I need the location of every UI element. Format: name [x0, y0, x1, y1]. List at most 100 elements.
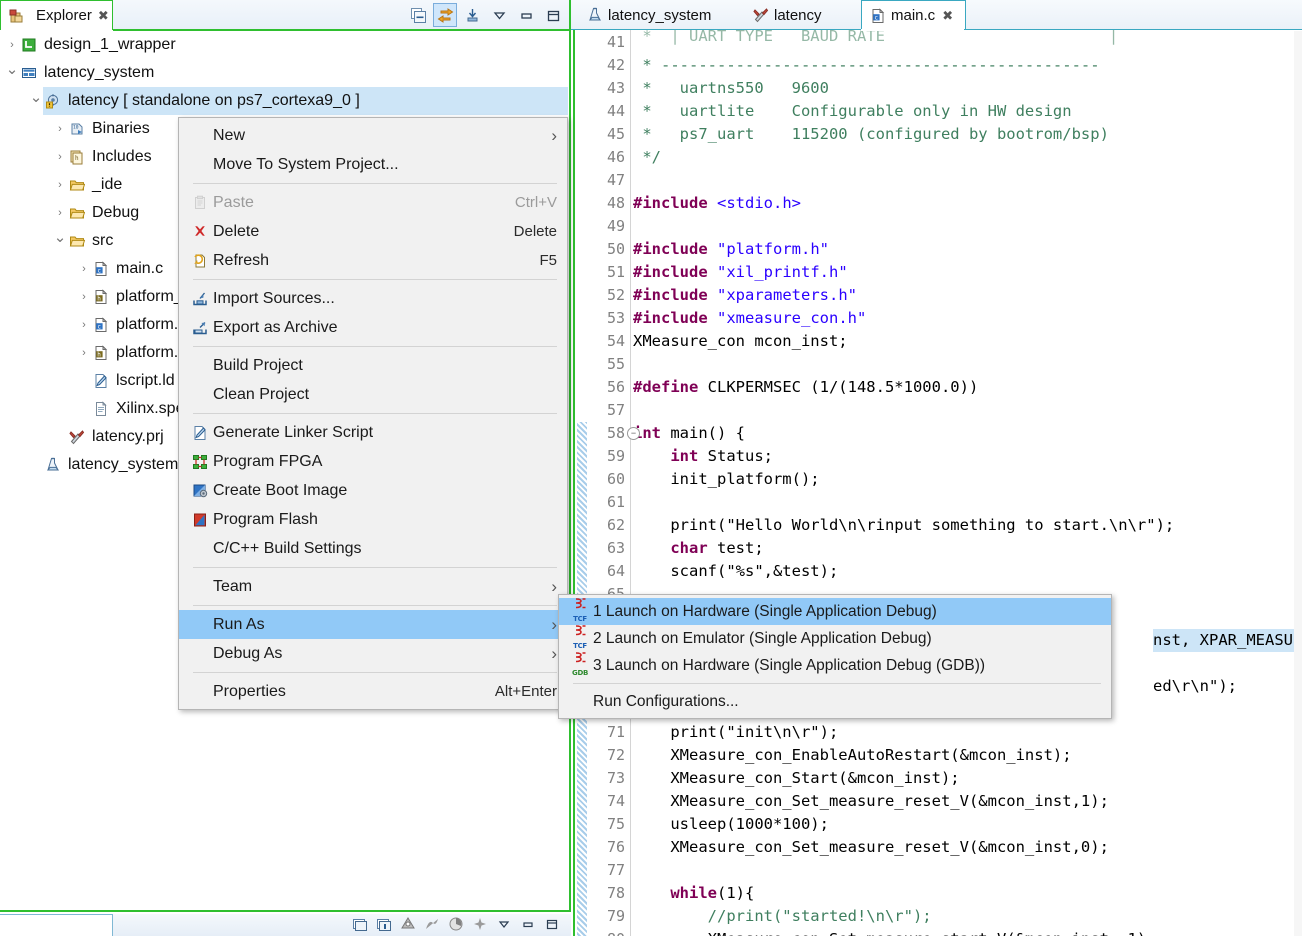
code-line[interactable]: //print("started!\n\r");: [633, 905, 932, 928]
code-line[interactable]: while(1){: [633, 882, 754, 905]
menu-item-program-flash[interactable]: Program Flash: [179, 505, 567, 534]
menu-item-move-to-system-project[interactable]: Move To System Project...: [179, 150, 567, 179]
run-as-item-2[interactable]: TCF 2 Launch on Emulator (Single Applicat…: [559, 625, 1111, 652]
code-line[interactable]: nst, XPAR_MEASURE_: [1153, 629, 1302, 652]
minimize-icon[interactable]: [514, 3, 538, 27]
export-icon: [187, 319, 213, 337]
sdk-log-icon[interactable]: [472, 916, 488, 932]
code-line[interactable]: XMeasure_con_EnableAutoRestart(&mcon_ins…: [633, 744, 1071, 767]
menu-item-build-project[interactable]: Build Project: [179, 351, 567, 380]
view-menu-icon[interactable]: [496, 916, 512, 932]
progress-icon[interactable]: [448, 916, 464, 932]
menu-item-generate-linker-script[interactable]: Generate Linker Script: [179, 418, 567, 447]
tree-item-latency_system[interactable]: ⌄ latency_system: [1, 59, 568, 87]
editor-tab-main-c[interactable]: c main.c ✖: [861, 0, 966, 30]
problems-icon[interactable]: [376, 916, 392, 932]
restore-icon[interactable]: [460, 3, 484, 27]
run-as-item-4[interactable]: Run Configurations...: [559, 688, 1111, 715]
close-icon[interactable]: ✖: [98, 8, 109, 24]
code-line[interactable]: #include "xil_printf.h": [633, 261, 848, 284]
menu-item-team[interactable]: Team ›: [179, 572, 567, 601]
maximize-icon[interactable]: [544, 916, 560, 932]
project-context-menu[interactable]: New › Move To System Project... Paste Ctrl+V…: [178, 117, 568, 710]
code-line[interactable]: */: [633, 146, 661, 169]
menu-item-c-c-build-settings[interactable]: C/C++ Build Settings: [179, 534, 567, 563]
chevron-right-icon[interactable]: ›: [77, 347, 91, 359]
chevron-right-icon[interactable]: ›: [53, 207, 67, 219]
menu-item-import-sources[interactable]: Import Sources...: [179, 284, 567, 313]
chevron-right-icon[interactable]: ›: [53, 179, 67, 191]
menu-item-debug-as[interactable]: Debug As ›: [179, 639, 567, 668]
code-line[interactable]: XMeasure_con_Set_measure_start_V(&mcon_i…: [633, 928, 1156, 936]
code-editor[interactable]: 41 42 43 44 45 46 47 48 49 50 51 52 53 54 55 56 57 58 59 60…: [571, 30, 1302, 936]
chevron-down-icon[interactable]: ⌄: [29, 88, 43, 106]
chevron-right-icon[interactable]: ›: [5, 39, 19, 51]
menu-item-run-as[interactable]: Run As ›: [179, 610, 567, 639]
chevron-down-icon[interactable]: ⌄: [5, 60, 19, 78]
chevron-down-icon[interactable]: ⌄: [53, 228, 67, 246]
chevron-right-icon[interactable]: ›: [53, 123, 67, 135]
code-line[interactable]: * ps7_uart 115200 (configured by bootrom…: [633, 123, 1109, 146]
vitis-icon[interactable]: [400, 916, 416, 932]
code-line[interactable]: usleep(1000*100);: [633, 813, 829, 836]
run-as-submenu[interactable]: TCF 1 Launch on Hardware (Single Applicat…: [558, 594, 1112, 719]
import-icon: [187, 290, 213, 308]
code-line[interactable]: #include "xmeasure_con.h": [633, 307, 866, 330]
code-line[interactable]: ed\r\n");: [1153, 675, 1237, 698]
minimize-icon[interactable]: [520, 916, 536, 932]
menu-item-export-as-archive[interactable]: Export as Archive: [179, 313, 567, 342]
run-as-item-1[interactable]: TCF 1 Launch on Hardware (Single Applicat…: [559, 598, 1111, 625]
tab-explorer[interactable]: Explorer ✖: [0, 0, 113, 30]
active-tab-joint: [861, 29, 964, 31]
code-line[interactable]: #include <stdio.h>: [633, 192, 801, 215]
link-with-editor-icon[interactable]: [433, 3, 457, 27]
console-icon[interactable]: [352, 916, 368, 932]
tree-item-design_1_wrapper[interactable]: › design_1_wrapper: [1, 31, 568, 59]
editor-tab-latency[interactable]: latency: [745, 0, 855, 30]
terminal-icon[interactable]: [424, 916, 440, 932]
code-line[interactable]: init_platform();: [633, 468, 819, 491]
code-line[interactable]: scanf("%s",&test);: [633, 560, 838, 583]
code-line[interactable]: int Status;: [633, 445, 773, 468]
view-menu-icon[interactable]: [487, 3, 511, 27]
editor-tabbar: latency_system latency c main.c ✖: [571, 0, 1302, 30]
menu-item-refresh[interactable]: Refresh F5: [179, 246, 567, 275]
code-line[interactable]: * uartlite Configurable only in HW desig…: [633, 100, 1071, 123]
code-line[interactable]: * uartns550 9600: [633, 77, 829, 100]
fold-toggle-icon[interactable]: −: [627, 427, 640, 440]
collapse-all-icon[interactable]: [406, 3, 430, 27]
code-line[interactable]: int main() {: [633, 422, 745, 445]
code-line[interactable]: XMeasure_con_Start(&mcon_inst);: [633, 767, 959, 790]
menu-item-properties[interactable]: Properties Alt+Enter: [179, 677, 567, 706]
code-line[interactable]: * --------------------------------------…: [633, 54, 1099, 77]
tree-item-latency[interactable]: ⌄ latency [ standalone on ps7_cortexa9_0 …: [1, 87, 568, 115]
chevron-right-icon[interactable]: ›: [77, 263, 91, 275]
menu-item-new[interactable]: New ›: [179, 121, 567, 150]
menu-separator: [193, 567, 557, 568]
editor-vertical-scrollbar[interactable]: [1294, 31, 1302, 936]
code-line[interactable]: XMeasure_con_Set_measure_reset_V(&mcon_i…: [633, 836, 1109, 859]
code-lines[interactable]: * | UART TYPE BAUD RATE | * ------------…: [633, 30, 1302, 936]
editor-tab-latency-system[interactable]: latency_system: [579, 0, 739, 30]
bottom-view-tab[interactable]: [0, 914, 113, 936]
menu-item-program-fpga[interactable]: Program FPGA: [179, 447, 567, 476]
menu-item-clean-project[interactable]: Clean Project: [179, 380, 567, 409]
code-line[interactable]: #include "platform.h": [633, 238, 829, 261]
code-line[interactable]: #define CLKPERMSEC (1/(148.5*1000.0)): [633, 376, 978, 399]
code-line[interactable]: XMeasure_con_Set_measure_reset_V(&mcon_i…: [633, 790, 1109, 813]
maximize-icon[interactable]: [541, 3, 565, 27]
code-line[interactable]: print("Hello World\n\rinput something to…: [633, 514, 1174, 537]
menu-item-delete[interactable]: Delete Delete: [179, 217, 567, 246]
menu-item-create-boot-image[interactable]: Create Boot Image: [179, 476, 567, 505]
close-icon[interactable]: ✖: [942, 8, 953, 24]
code-line[interactable]: char test;: [633, 537, 763, 560]
code-line[interactable]: XMeasure_con mcon_inst;: [633, 330, 848, 353]
code-line[interactable]: print("init\n\r");: [633, 721, 838, 744]
chevron-right-icon[interactable]: ›: [53, 151, 67, 163]
chevron-right-icon[interactable]: ›: [77, 319, 91, 331]
chevron-right-icon[interactable]: ›: [77, 291, 91, 303]
run-as-item-3[interactable]: GDB 3 Launch on Hardware (Single Applicat…: [559, 652, 1111, 679]
code-line[interactable]: * | UART TYPE BAUD RATE |: [633, 30, 1118, 48]
code-line[interactable]: #include "xparameters.h": [633, 284, 857, 307]
tree-item-label: platform.c: [116, 316, 187, 333]
